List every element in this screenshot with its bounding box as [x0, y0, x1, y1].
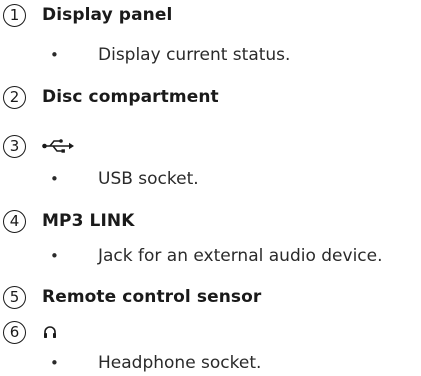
component-description: • Display current status. [50, 45, 291, 65]
component-list: 1 Display panel • Display current status.… [0, 0, 421, 376]
headphone-icon [43, 324, 57, 343]
number-badge: 1 [3, 4, 26, 27]
bullet: • [50, 247, 59, 265]
number-badge: 2 [3, 86, 26, 109]
component-title: Disc compartment [42, 87, 219, 107]
bullet: • [50, 170, 59, 188]
number-badge: 3 [3, 135, 26, 158]
bullet: • [50, 46, 59, 64]
component-title: MP3 LINK [42, 211, 135, 231]
component-description: • Jack for an external audio device. [50, 246, 383, 266]
number-badge: 5 [3, 286, 26, 309]
component-description: • Headphone socket. [50, 353, 262, 373]
number-badge: 6 [3, 321, 26, 344]
usb-icon [42, 138, 74, 157]
bullet: • [50, 354, 59, 372]
component-title: Display panel [42, 5, 173, 25]
component-title: Remote control sensor [42, 287, 262, 307]
component-description: • USB socket. [50, 169, 199, 189]
number-badge: 4 [3, 210, 26, 233]
